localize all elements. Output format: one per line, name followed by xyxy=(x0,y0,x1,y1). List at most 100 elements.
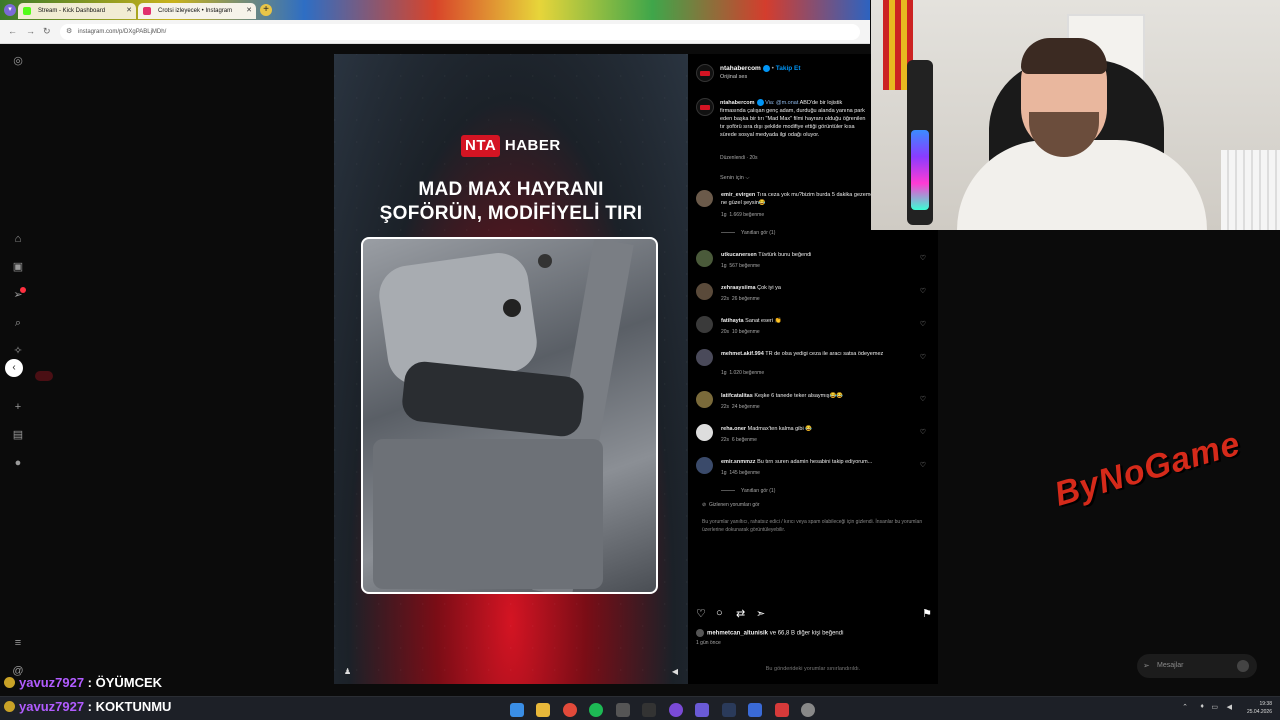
app-icon[interactable] xyxy=(774,702,789,717)
comment-user[interactable]: latifcatalitas xyxy=(721,393,753,399)
settings-icon[interactable] xyxy=(800,702,815,717)
chat-text: KOKTUNMU xyxy=(95,699,172,714)
mic-tray-icon[interactable]: ♦ xyxy=(1200,703,1204,710)
instagram-logo-icon[interactable]: ◎ xyxy=(11,54,25,68)
comment-likes[interactable]: 26 beğenme xyxy=(732,296,760,302)
dashboard-icon[interactable]: ▤ xyxy=(11,428,25,442)
likes-rest[interactable]: ve 66,8 B diğer kişi beğendi xyxy=(770,631,844,637)
app-icon[interactable] xyxy=(748,702,763,717)
commenter-avatar[interactable] xyxy=(696,190,713,207)
comment-sort-select[interactable]: Senin için ⌵ xyxy=(720,175,750,182)
reels-icon[interactable]: ▣ xyxy=(11,260,25,274)
tab-kick-dashboard[interactable]: Stream - Kick Dashboard ✕ xyxy=(18,3,136,19)
clock-time: 19:38 xyxy=(1259,701,1272,707)
volume-icon[interactable]: ◀︎ xyxy=(1227,703,1232,711)
chat-badge-icon xyxy=(4,701,15,712)
follow-button[interactable]: Takip Et xyxy=(776,65,801,72)
comment-user[interactable]: zehraaysiima xyxy=(721,285,756,291)
share-icon[interactable]: ➣ xyxy=(756,607,765,620)
comment-likes[interactable]: 145 beğenme xyxy=(729,470,760,476)
profile-avatar-icon[interactable]: ● xyxy=(11,456,25,470)
create-icon[interactable]: + xyxy=(11,400,25,414)
comment-time: 22s xyxy=(721,404,730,410)
comment-icon[interactable]: ○ xyxy=(716,607,723,619)
comment-likes[interactable]: 6 beğenme xyxy=(732,437,757,443)
repost-icon[interactable]: ⇄ xyxy=(736,607,745,620)
app-icon[interactable] xyxy=(695,702,710,717)
app-icon[interactable] xyxy=(615,702,630,717)
liker-name[interactable]: mehmetcan_altunisik xyxy=(707,631,768,637)
author-name[interactable]: ntahabercom xyxy=(720,65,761,72)
like-comment-icon[interactable]: ♡ xyxy=(920,287,926,295)
audio-label[interactable]: Orijinal ses xyxy=(720,74,747,80)
hidden-comments-link[interactable]: ⊘ Gizlenen yorumları gör xyxy=(702,502,760,508)
like-comment-icon[interactable]: ♡ xyxy=(920,461,926,469)
video-title-line1: MAD MAX HAYRANI xyxy=(418,179,604,200)
streamer-hair xyxy=(1021,38,1107,74)
caption-via[interactable]: Via: @m.onat xyxy=(765,100,798,106)
reload-icon[interactable]: ↻ xyxy=(43,26,51,37)
like-comment-icon[interactable]: ♡ xyxy=(920,320,926,328)
tab-menu-icon[interactable]: ▾ xyxy=(4,4,16,16)
comment-user[interactable]: emir.snmmzz xyxy=(721,459,756,465)
like-comment-icon[interactable]: ♡ xyxy=(920,428,926,436)
tab-instagram[interactable]: Crotsi izleyecek • Instagram ✕ xyxy=(138,3,256,19)
commenter-avatar[interactable] xyxy=(696,424,713,441)
caption-avatar[interactable] xyxy=(696,98,714,116)
like-comment-icon[interactable]: ♡ xyxy=(920,254,926,262)
author-avatar[interactable] xyxy=(696,64,714,82)
home-icon[interactable]: ⌂ xyxy=(11,232,25,246)
display-tray-icon[interactable]: ▭ xyxy=(1211,703,1218,711)
close-tab-icon[interactable]: ✕ xyxy=(126,3,132,19)
steam-icon[interactable] xyxy=(721,702,736,717)
comment-likes[interactable]: 1.020 beğenme xyxy=(729,370,764,376)
comment-likes[interactable]: 10 beğenme xyxy=(732,329,760,335)
comment-meta: 22s 26 beğenme xyxy=(721,296,760,302)
comment-likes[interactable]: 1.669 beğenme xyxy=(729,212,764,218)
user-tag-icon[interactable]: ♟ xyxy=(344,667,351,676)
comment-likes[interactable]: 24 beğenme xyxy=(732,404,760,410)
view-replies-link[interactable]: Yanıtları gör (1) xyxy=(721,488,775,494)
site-info-icon[interactable]: ⚙ xyxy=(66,24,72,40)
comment-time: 1g xyxy=(721,263,727,269)
commenter-avatar[interactable] xyxy=(696,250,713,267)
spotify-icon[interactable] xyxy=(589,702,604,717)
menu-icon[interactable]: ≡ xyxy=(11,636,25,650)
like-comment-icon[interactable]: ♡ xyxy=(920,353,926,361)
comment-user[interactable]: reha.oner xyxy=(721,426,746,432)
commenter-avatar[interactable] xyxy=(696,391,713,408)
commenter-avatar[interactable] xyxy=(696,283,713,300)
file-explorer-icon[interactable] xyxy=(536,702,551,717)
view-replies-link[interactable]: Yanıtları gör (1) xyxy=(721,230,775,236)
browser-icon[interactable] xyxy=(562,702,577,717)
caption-author[interactable]: ntahabercom xyxy=(720,100,755,106)
discord-icon[interactable] xyxy=(668,702,683,717)
back-icon[interactable]: ← xyxy=(8,26,17,36)
forward-icon[interactable]: → xyxy=(26,26,35,36)
tray-chevron-icon[interactable]: ⌃ xyxy=(1182,703,1188,711)
like-icon[interactable]: ♡ xyxy=(696,607,706,620)
comment-user[interactable]: mehmet.akif.994 xyxy=(721,351,764,357)
messages-button[interactable]: ➢ Mesajlar xyxy=(1137,654,1257,678)
app-icon[interactable] xyxy=(642,702,657,717)
clock[interactable]: 19:38 25.04.2026 xyxy=(1247,700,1272,716)
comment-user[interactable]: utkucanersen xyxy=(721,252,757,258)
reel-video[interactable]: NTA HABER MAD MAX HAYRANI ŞOFÖRÜN, MODİF… xyxy=(334,54,688,684)
comment-likes[interactable]: 567 beğenme xyxy=(729,263,760,269)
comment-user[interactable]: fatihayta xyxy=(721,318,744,324)
search-icon[interactable]: ⌕ xyxy=(11,316,25,330)
start-icon[interactable] xyxy=(510,702,524,717)
new-tab-button[interactable]: + xyxy=(260,4,272,16)
commenter-avatar[interactable] xyxy=(696,349,713,366)
commenter-avatar[interactable] xyxy=(696,457,713,474)
mute-icon[interactable]: ◀︎ xyxy=(672,667,678,676)
save-icon[interactable]: ⚑ xyxy=(922,607,932,620)
url-input[interactable]: ⚙ instagram.com/p/DXgPABLjMDh/ xyxy=(60,24,860,40)
previous-post-button[interactable]: ‹ xyxy=(5,359,23,377)
explore-icon[interactable]: ✧ xyxy=(11,344,25,358)
comment-text: latifcatalitas Keşke 6 tanede teker alsa… xyxy=(721,392,911,400)
comment-user[interactable]: emir_evirgen xyxy=(721,192,755,198)
close-tab-icon[interactable]: ✕ xyxy=(246,3,252,19)
commenter-avatar[interactable] xyxy=(696,316,713,333)
like-comment-icon[interactable]: ♡ xyxy=(920,395,926,403)
